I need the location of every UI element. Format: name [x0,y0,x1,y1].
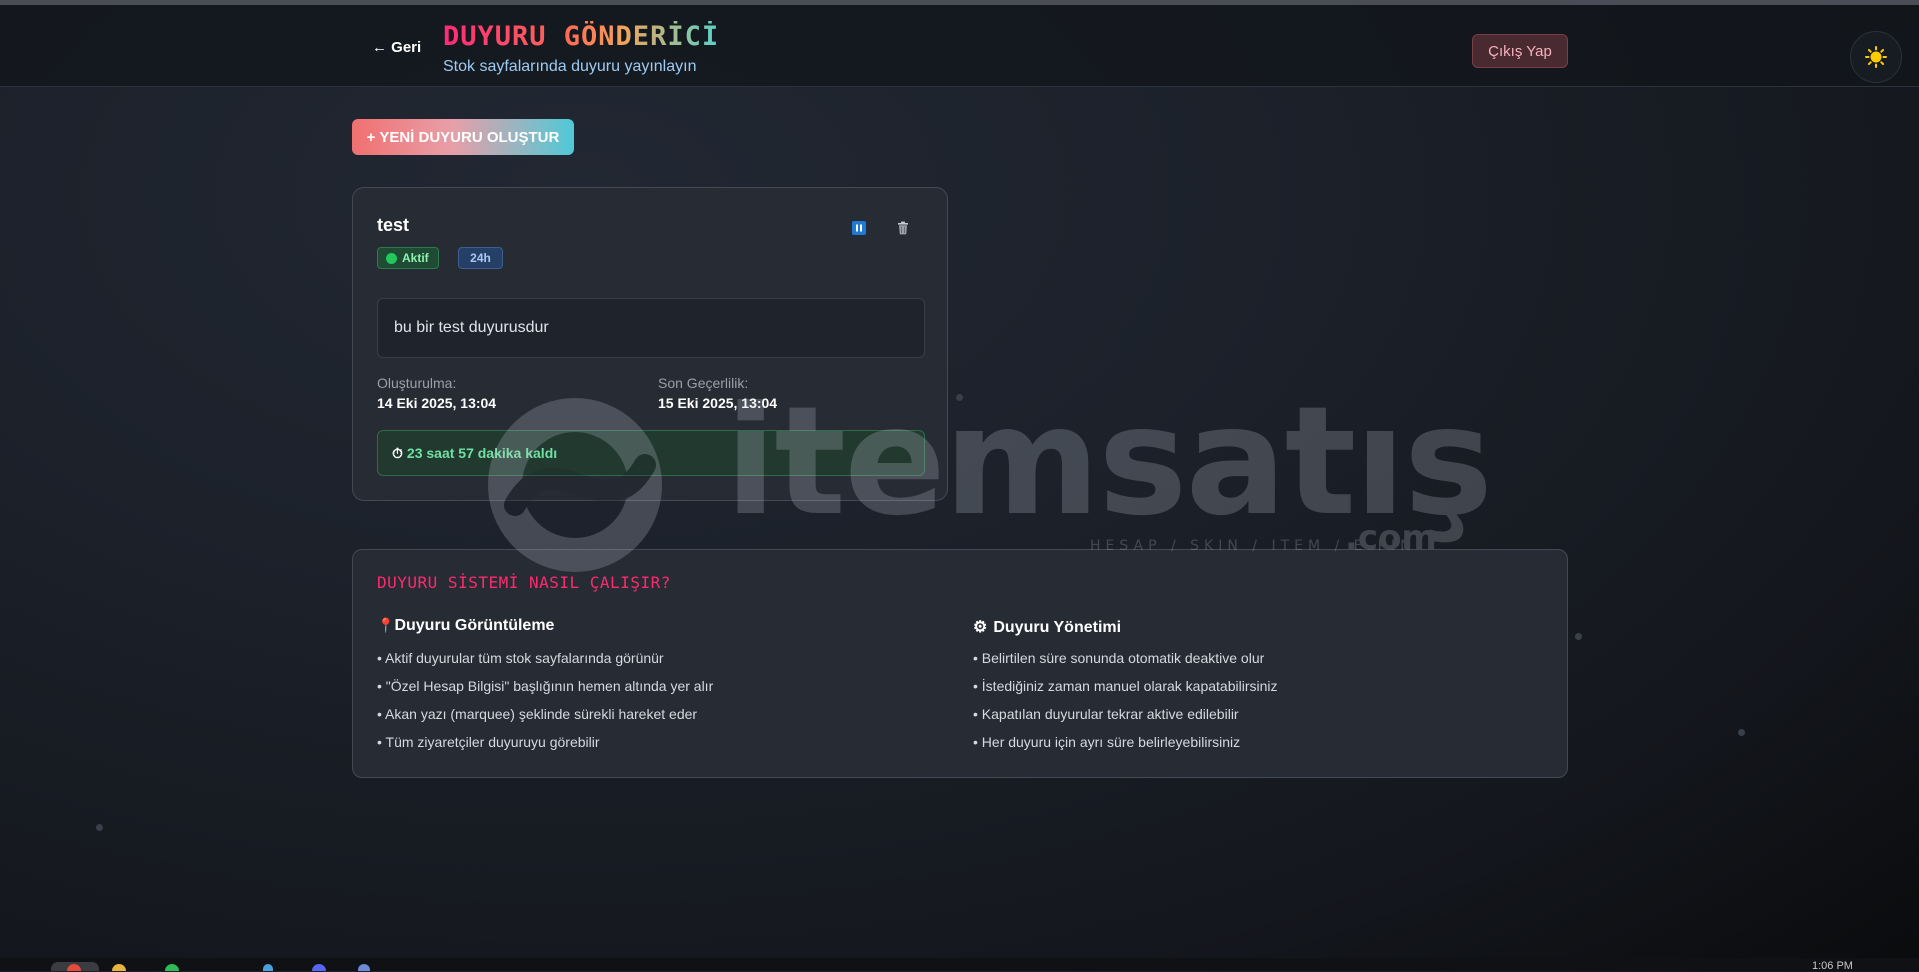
duration-badge: 24h [458,247,503,269]
remaining-time-label: 23 saat 57 dakika kaldı [406,445,558,461]
back-button[interactable]: ← Geri [366,38,427,57]
page-header: ← Geri DUYURU GÖNDERİCİ Stok sayfalarınd… [0,5,1919,87]
list-item: • Kapatılan duyurular tekrar aktive edil… [973,706,1239,722]
status-dot-icon [386,252,397,264]
pause-icon [856,224,862,232]
stopwatch-icon: ⏱ [392,445,403,461]
pin-icon: 📍 [377,617,395,633]
gear-icon: ⚙ [973,619,988,636]
status-badge: Aktif [377,247,439,269]
list-item: • "Özel Hesap Bilgisi" başlığının hemen … [377,678,714,694]
taskbar-clock: 1:06 PM [1812,960,1853,972]
expires-label: Son Geçerlilik: [658,375,749,391]
management-heading: ⚙ Duyuru Yönetimi [973,619,1122,636]
background-particle [1738,729,1745,736]
created-label: Oluşturulma: [377,375,457,391]
app-icon[interactable] [358,964,370,971]
theme-toggle-button[interactable] [1850,31,1902,83]
list-item: • Her duyuru için ayrı süre belirleyebil… [973,734,1241,750]
list-item: • Aktif duyurular tüm stok sayfalarında … [377,650,664,666]
management-list: • Belirtilen süre sonunda otomatik deakt… [973,644,1278,756]
list-item: • Belirtilen süre sonunda otomatik deakt… [973,650,1265,666]
remaining-time-box: ⏱ 23 saat 57 dakika kaldı [377,430,925,476]
announcement-card: test Aktif 24h bu bir test duyurusdur Ol… [352,187,948,501]
created-value: 14 Eki 2025, 13:04 [377,395,497,411]
announcement-message: bu bir test duyurusdur [377,298,925,358]
trash-icon [898,221,908,235]
list-item: • Akan yazı (marquee) şeklinde sürekli h… [377,706,698,722]
how-it-works-panel: DUYURU SİSTEMİ NASIL ÇALIŞIR? 📍Duyuru Gö… [352,549,1568,778]
logout-button[interactable]: Çıkış Yap [1472,34,1568,68]
announcement-title: test [377,215,410,235]
discord-icon[interactable] [312,964,326,971]
how-it-works-title: DUYURU SİSTEMİ NASIL ÇALIŞIR? [377,573,671,592]
app-icon[interactable] [263,964,273,971]
sun-icon [1865,46,1887,68]
folder-icon[interactable] [112,964,126,971]
expires-value: 15 Eki 2025, 13:04 [658,395,778,411]
background-particle [96,824,103,831]
spotify-icon[interactable] [165,964,179,971]
browser-icon[interactable] [67,964,81,971]
background-particle [1575,633,1582,640]
display-list: • Aktif duyurular tüm stok sayfalarında … [377,644,713,756]
list-item: • Tüm ziyaretçiler duyuruyu görebilir [377,734,600,750]
background-particle [956,394,963,401]
page-subtitle: Stok sayfalarında duyuru yayınlayın [443,58,697,75]
pause-button[interactable] [852,221,866,235]
delete-button[interactable] [895,220,911,236]
os-taskbar [0,958,1919,971]
list-item: • İstediğiniz zaman manuel olarak kapata… [973,678,1278,694]
new-announcement-button[interactable]: + YENİ DUYURU OLUŞTUR [352,119,574,155]
page-title: DUYURU GÖNDERİCİ [443,21,720,52]
display-heading: 📍Duyuru Görüntüleme [377,617,555,634]
status-label: Aktif [402,251,429,265]
